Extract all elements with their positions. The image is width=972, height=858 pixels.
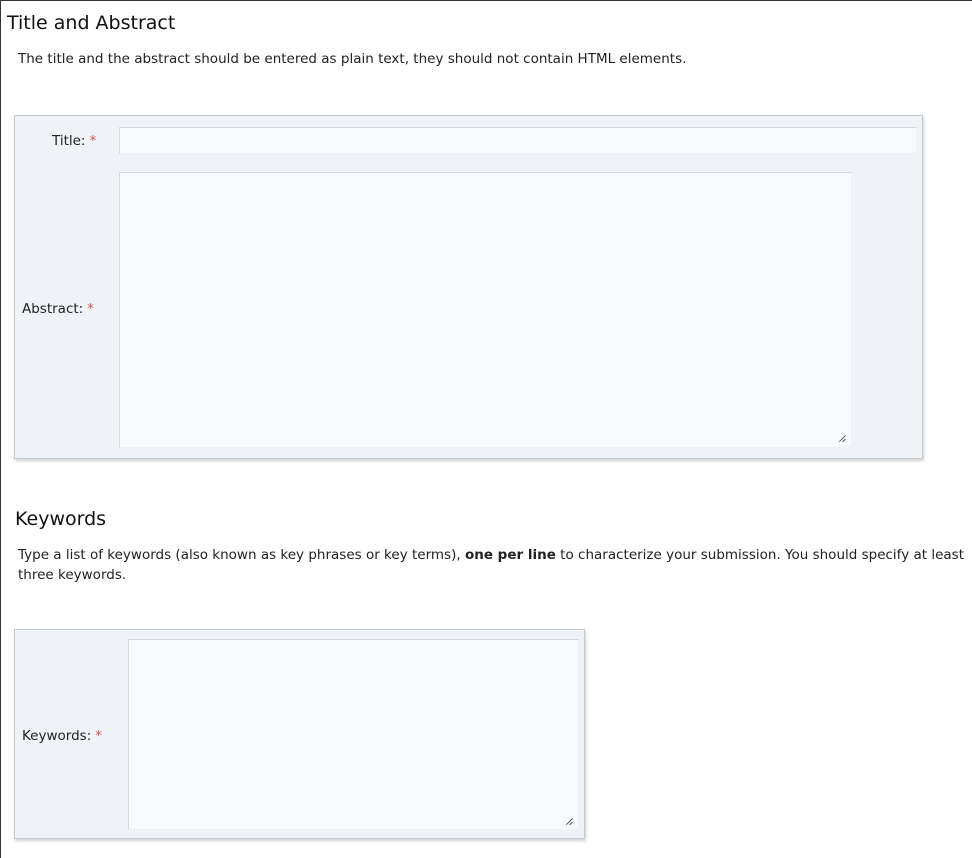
keywords-field-label: Keywords: * [22, 728, 102, 744]
abstract-label-text: Abstract: [22, 301, 84, 317]
title-abstract-heading: Title and Abstract [7, 12, 176, 34]
submission-form-page: Title and Abstract The title and the abs… [0, 0, 972, 858]
title-input[interactable] [119, 127, 917, 154]
title-required-marker: * [89, 133, 97, 149]
keywords-description-emphasis: one per line [464, 547, 556, 563]
title-abstract-panel: Title: * Abstract: * [14, 115, 923, 459]
title-label-text: Title: [52, 133, 86, 149]
keywords-panel: Keywords: * [14, 629, 585, 839]
keywords-description-intro: Type a list of keywords (also known as k… [18, 547, 465, 563]
title-abstract-description: The title and the abstract should be ent… [18, 51, 687, 67]
abstract-field-label: Abstract: * [22, 301, 94, 317]
keywords-required-marker: * [95, 728, 102, 744]
title-field-label: Title: * [52, 133, 96, 149]
keywords-heading: Keywords [15, 508, 107, 530]
keywords-description: Type a list of keywords (also known as k… [18, 545, 966, 585]
keywords-textarea[interactable] [128, 639, 579, 830]
abstract-textarea[interactable] [119, 172, 852, 448]
abstract-required-marker: * [87, 301, 94, 317]
keywords-label-text: Keywords: [22, 728, 92, 744]
